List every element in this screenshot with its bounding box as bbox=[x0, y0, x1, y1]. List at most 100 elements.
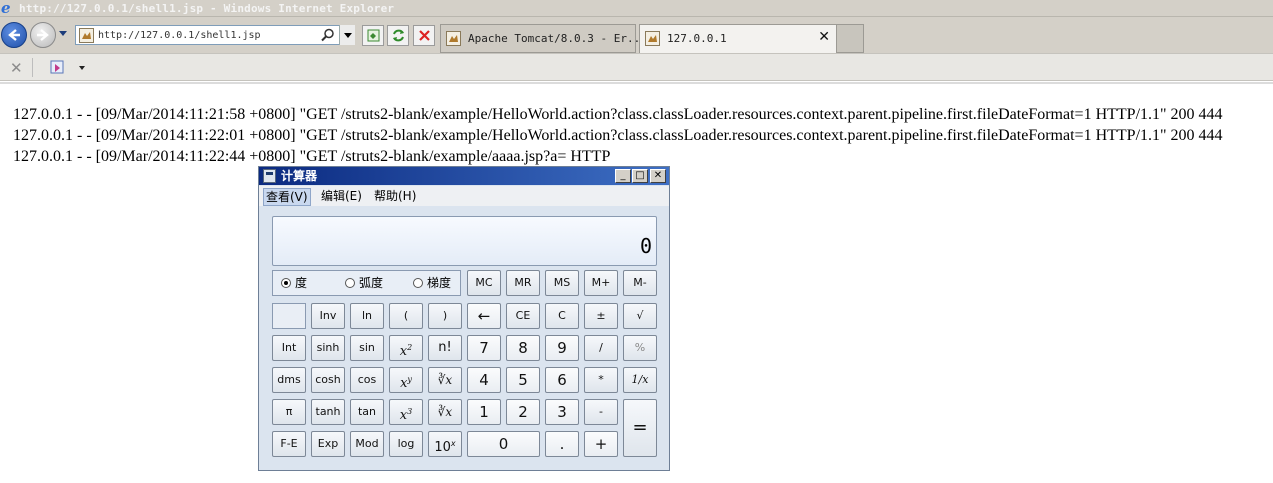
key-cosh[interactable]: cosh bbox=[311, 367, 345, 393]
tab-localhost[interactable]: 127.0.0.1 ✕ bbox=[639, 24, 837, 53]
key-percent[interactable]: % bbox=[623, 335, 657, 361]
key-cube-root[interactable]: ∛x bbox=[428, 399, 462, 425]
search-icon[interactable] bbox=[321, 28, 335, 42]
key-exponent: 2 bbox=[407, 343, 413, 352]
key-decimal[interactable]: . bbox=[545, 431, 579, 457]
radio-icon bbox=[413, 278, 423, 288]
minimize-button[interactable]: _ bbox=[615, 169, 631, 183]
address-dropdown-button[interactable] bbox=[339, 25, 355, 45]
menu-edit[interactable]: 编辑(E) bbox=[321, 188, 362, 204]
key-divide[interactable]: / bbox=[584, 335, 618, 361]
key-m-plus[interactable]: M+ bbox=[584, 270, 618, 296]
key-c[interactable]: C bbox=[545, 303, 579, 329]
radio-label: 弧度 bbox=[359, 276, 384, 290]
key-8[interactable]: 8 bbox=[506, 335, 540, 361]
navigation-bar: http://127.0.0.1/shell1.jsp Apache Tomca… bbox=[0, 17, 1273, 53]
key-power[interactable]: xy bbox=[389, 367, 423, 393]
radio-label: 度 bbox=[295, 276, 308, 290]
tab-label: Apache Tomcat/8.0.3 - Er... bbox=[468, 32, 647, 45]
key-3[interactable]: 3 bbox=[545, 399, 579, 425]
key-exponent: 3 bbox=[407, 407, 413, 416]
page-border bbox=[0, 82, 1273, 84]
key-plus-minus[interactable]: ± bbox=[584, 303, 618, 329]
favorites-bar-icon[interactable] bbox=[49, 59, 67, 77]
key-mod[interactable]: Mod bbox=[350, 431, 384, 457]
key-6[interactable]: 6 bbox=[545, 367, 579, 393]
key-1[interactable]: 1 bbox=[467, 399, 501, 425]
key-4[interactable]: 4 bbox=[467, 367, 501, 393]
key-sqrt[interactable]: √ bbox=[623, 303, 657, 329]
ie-logo-icon: e bbox=[1, 0, 11, 17]
key-factorial[interactable]: n! bbox=[428, 335, 462, 361]
radio-degrees[interactable]: 度 bbox=[281, 276, 307, 290]
calculator-titlebar[interactable]: 计算器 _ □ ✕ bbox=[259, 167, 669, 185]
radio-label: 梯度 bbox=[427, 276, 452, 290]
menu-view[interactable]: 查看(V) bbox=[263, 188, 311, 206]
key-log[interactable]: log bbox=[389, 431, 423, 457]
key-close-paren[interactable]: ) bbox=[428, 303, 462, 329]
tab-close-icon[interactable]: ✕ bbox=[818, 29, 830, 45]
new-tab-button[interactable] bbox=[836, 24, 864, 53]
close-icon[interactable]: ✕ bbox=[10, 59, 23, 77]
key-inv[interactable]: Inv bbox=[311, 303, 345, 329]
key-mr[interactable]: MR bbox=[506, 270, 540, 296]
display-value: 0 bbox=[639, 234, 652, 258]
key-ms[interactable]: MS bbox=[545, 270, 579, 296]
key-tanh[interactable]: tanh bbox=[311, 399, 345, 425]
tomcat-favicon-icon bbox=[645, 31, 660, 46]
key-square[interactable]: x2 bbox=[389, 335, 423, 361]
key-mc[interactable]: MC bbox=[467, 270, 501, 296]
calculator-menubar: 查看(V) 编辑(E) 帮助(H) bbox=[259, 186, 669, 206]
maximize-button[interactable]: □ bbox=[632, 169, 648, 183]
key-0[interactable]: 0 bbox=[467, 431, 540, 457]
key-equals[interactable]: = bbox=[623, 399, 657, 457]
compatibility-view-button[interactable] bbox=[362, 25, 384, 46]
key-cube[interactable]: x3 bbox=[389, 399, 423, 425]
key-sinh[interactable]: sinh bbox=[311, 335, 345, 361]
key-subtract[interactable]: - bbox=[584, 399, 618, 425]
key-9[interactable]: 9 bbox=[545, 335, 579, 361]
key-ln[interactable]: ln bbox=[350, 303, 384, 329]
address-bar[interactable]: http://127.0.0.1/shell1.jsp bbox=[75, 25, 355, 45]
key-fe[interactable]: F-E bbox=[272, 431, 306, 457]
key-add[interactable]: + bbox=[584, 431, 618, 457]
radio-radians[interactable]: 弧度 bbox=[345, 276, 383, 290]
key-tan[interactable]: tan bbox=[350, 399, 384, 425]
stop-icon bbox=[419, 30, 430, 41]
key-reciprocal[interactable]: 1/x bbox=[623, 367, 657, 393]
key-multiply[interactable]: * bbox=[584, 367, 618, 393]
key-sin[interactable]: sin bbox=[350, 335, 384, 361]
key-base: 10 bbox=[434, 440, 451, 455]
window-titlebar: e http://127.0.0.1/shell1.jsp - Windows … bbox=[0, 0, 1273, 17]
key-dms[interactable]: dms bbox=[272, 367, 306, 393]
key-open-paren[interactable]: ( bbox=[389, 303, 423, 329]
stop-button[interactable] bbox=[413, 25, 435, 46]
back-button[interactable] bbox=[1, 22, 27, 48]
radio-icon bbox=[345, 278, 355, 288]
radio-gradians[interactable]: 梯度 bbox=[413, 276, 451, 290]
key-m-minus[interactable]: M- bbox=[623, 270, 657, 296]
history-dropdown-icon[interactable] bbox=[59, 31, 67, 36]
key-7[interactable]: 7 bbox=[467, 335, 501, 361]
tab-tomcat[interactable]: Apache Tomcat/8.0.3 - Er... bbox=[440, 24, 647, 53]
refresh-icon bbox=[393, 29, 404, 42]
key-2[interactable]: 2 bbox=[506, 399, 540, 425]
refresh-button[interactable] bbox=[387, 25, 409, 46]
key-backspace[interactable]: ← bbox=[467, 303, 501, 329]
forward-button[interactable] bbox=[30, 22, 56, 48]
chevron-down-icon[interactable] bbox=[79, 66, 85, 70]
back-arrow-icon bbox=[8, 29, 20, 41]
close-button[interactable]: ✕ bbox=[650, 169, 666, 183]
key-exp[interactable]: Exp bbox=[311, 431, 345, 457]
key-yroot[interactable]: ∛x bbox=[428, 367, 462, 393]
menu-help[interactable]: 帮助(H) bbox=[374, 188, 416, 204]
compatibility-view-icon bbox=[367, 29, 380, 42]
key-pi[interactable]: π bbox=[272, 399, 306, 425]
key-cos[interactable]: cos bbox=[350, 367, 384, 393]
key-5[interactable]: 5 bbox=[506, 367, 540, 393]
tomcat-favicon-icon bbox=[446, 31, 461, 46]
key-ten-power[interactable]: 10x bbox=[428, 431, 462, 457]
key-int[interactable]: Int bbox=[272, 335, 306, 361]
key-ce[interactable]: CE bbox=[506, 303, 540, 329]
address-url[interactable]: http://127.0.0.1/shell1.jsp bbox=[98, 28, 261, 43]
